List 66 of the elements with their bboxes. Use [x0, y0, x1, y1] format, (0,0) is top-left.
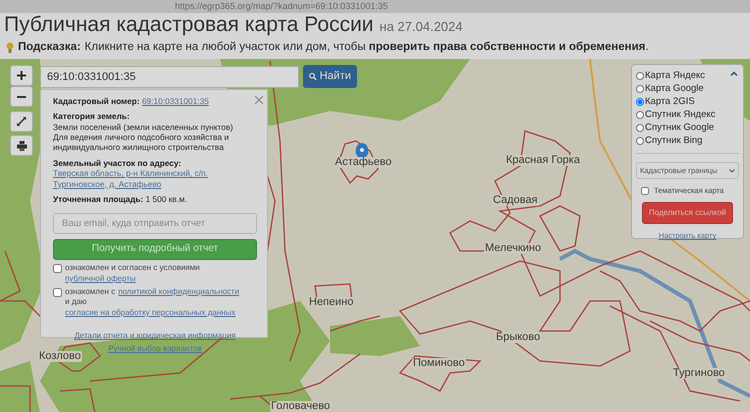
place-label: Поминово — [412, 358, 466, 369]
expand-icon — [17, 117, 26, 126]
consent-text: ознакомлен и согласен с условиями — [65, 263, 200, 274]
minus-icon — [17, 96, 26, 98]
consent-link[interactable]: согласие на обработку персональных данных — [65, 308, 236, 318]
place-label: Тургиново — [672, 368, 726, 379]
fullscreen-button[interactable] — [10, 111, 33, 132]
hint-label: Подсказка: — [18, 40, 81, 56]
place-label: Красная Горка — [505, 155, 581, 166]
place-label: Садовая — [492, 195, 539, 206]
layer-option[interactable]: Карта Google — [645, 82, 704, 95]
report-link[interactable]: Ручной выбор вариантов — [108, 344, 202, 354]
field-label: Категория земель: — [53, 111, 130, 122]
chevron-up-icon[interactable] — [730, 71, 738, 76]
field-label: Земельный участок по адресу: — [53, 158, 182, 168]
thematic-checkbox[interactable] — [641, 186, 649, 195]
date-text: на 27.04.2024 — [380, 18, 463, 36]
zoom-in-button[interactable] — [10, 65, 33, 86]
place-label: Непеино — [308, 297, 354, 308]
consent-link[interactable]: политикой конфиденциальности — [118, 287, 240, 298]
lightbulb-icon — [6, 42, 14, 54]
place-label: Мелечкино — [484, 243, 542, 254]
place-label: Брыково — [495, 332, 542, 343]
consent-checkbox[interactable] — [53, 288, 62, 298]
zoom-out-button[interactable] — [10, 86, 33, 107]
field-link[interactable]: 69:10:0331001:35 — [142, 96, 209, 106]
place-label: Астафьево — [334, 157, 393, 168]
field-link[interactable]: Тверская область, р-н Калининский, с/п. Тургиновское, д. Астафьево — [53, 168, 257, 189]
search-button[interactable]: Найти — [303, 65, 357, 88]
layer-radio[interactable] — [636, 110, 644, 118]
layer-radio[interactable] — [636, 98, 644, 106]
field-note: Для ведения личного подсобного хозяйства и индивидуального жилищного строительства — [53, 132, 230, 153]
share-button[interactable]: Поделиться ссылкой — [642, 202, 734, 224]
layer-radio[interactable] — [636, 136, 644, 144]
report-link[interactable]: Детали отчета и юридическая информация — [74, 331, 236, 340]
place-label: Головачево — [270, 401, 332, 412]
hint-text: Кликните на карте на любой участок или дом, чтобы проверить права собственности и обременения. — [84, 40, 649, 56]
field-value: 1 500 кв.м. — [146, 194, 188, 204]
consent-text: и даю — [65, 297, 87, 308]
field-label: Уточненная площадь: — [53, 194, 144, 204]
consent-checkbox[interactable] — [53, 264, 62, 274]
layer-option[interactable]: Спутник Bing — [645, 134, 702, 147]
layer-radio[interactable] — [636, 84, 644, 92]
report-button[interactable]: Получить подробный отчет — [53, 239, 257, 260]
consent-link[interactable]: публичной оферты — [65, 274, 136, 284]
page-title: Публичная кадастровая карта России — [4, 13, 374, 37]
layer-radio[interactable] — [636, 124, 644, 132]
place-label: Козлово — [38, 351, 82, 362]
field-value: Земли поселений (земли населенных пунктов) — [53, 122, 234, 132]
printer-icon — [16, 140, 26, 150]
chevron-down-icon — [729, 168, 735, 172]
search-icon — [309, 72, 317, 81]
layer-option[interactable]: Спутник Яндекс — [645, 108, 716, 121]
layer-option[interactable]: Карта 2GIS — [645, 95, 695, 108]
field-label: Кадастровый номер: — [53, 96, 140, 106]
layer-radio[interactable] — [636, 72, 644, 80]
print-button[interactable] — [10, 135, 33, 156]
url-text: https://egrp365.org/map/?kadnum=69:10:0331001:35 — [175, 2, 388, 11]
plus-icon — [17, 71, 26, 80]
layer-option[interactable]: Спутник Google — [645, 121, 714, 134]
email-field[interactable]: Ваш email, куда отправить отчет — [53, 213, 257, 234]
consent-text: ознакомлен с — [65, 287, 116, 298]
layer-option[interactable]: Карта Яндекс — [645, 69, 706, 82]
search-field[interactable]: 69:10:0331001:35 — [40, 66, 299, 88]
address-bar[interactable]: https://egrp365.org/map/?kadnum=69:10:0331001:35 — [0, 0, 750, 13]
close-icon — [255, 96, 263, 104]
